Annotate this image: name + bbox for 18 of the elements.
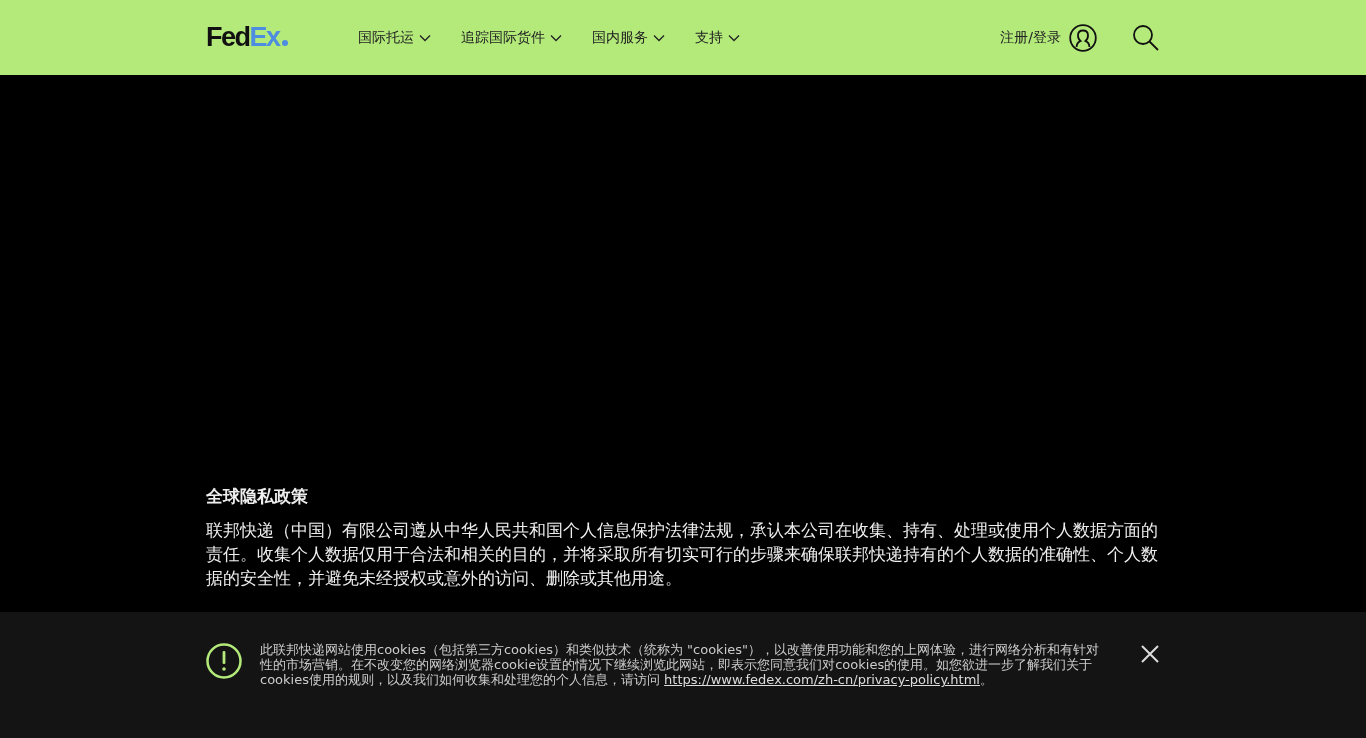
nav-menu-item[interactable]: 国际托运	[357, 28, 431, 47]
user-icon[interactable]	[1069, 23, 1097, 52]
nav-menu-item[interactable]: 国内服务	[591, 28, 665, 47]
caret-icon	[652, 33, 665, 42]
close-icon[interactable]	[1140, 644, 1160, 664]
cookie-notice-text: 此联邦快递网站使用cookies（包括第三方cookies）和类似技术（统称为 "cookies"），以改善使用功能和您的上网体验，进行网络分析和有针对性的市场营销。在不改变您的网络浏览器cookie设置的情况下继续浏览此网站，即表示您同意我们对cookies的使用。如您欲进一步了解我们关于cookies使用的规则，以及我们如何收集和处理您的个人信息，请访问 https://www.fedex.com/zh-cn/privacy-policy.html。	[260, 642, 1100, 687]
alert-icon	[206, 643, 242, 679]
privacy-policy-link[interactable]: https://www.fedex.com/zh-cn/privacy-policy.html	[664, 672, 980, 687]
section-heading: 全球隐私政策	[206, 485, 309, 508]
search-icon[interactable]	[1132, 23, 1160, 52]
caret-icon	[727, 33, 740, 42]
login-link[interactable]: 注册/登录	[1000, 28, 1061, 47]
caret-icon	[418, 33, 431, 42]
nav-menu-item[interactable]: 支持	[694, 28, 740, 47]
caret-icon	[549, 33, 562, 42]
nav-menu-item[interactable]: 追踪国际货件	[460, 28, 562, 47]
logo[interactable]: FedEx	[206, 24, 288, 51]
policy-paragraph: 联邦快递（中国）有限公司遵从中华人民共和国个人信息保护法律法规，承认本公司在收集、持有、处理或使用个人数据方面的责任。收集个人数据仅用于合法和相关的目的，并将采取所有切实可行的步骤来确保联邦快递持有的个人数据的准确性、个人数据的安全性，并避免未经授权或意外的访问、删除或其他用途。	[206, 519, 1159, 590]
